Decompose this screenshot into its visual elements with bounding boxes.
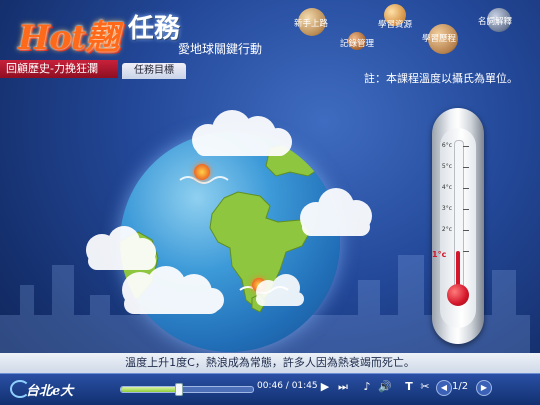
menu-resources[interactable]: 學習資源 [378,18,412,30]
sun-icon [194,164,210,180]
menu-history[interactable]: 學習歷程 [422,32,456,44]
volume-icon[interactable]: 🔊 [378,380,392,394]
cloud-right [300,188,372,236]
thermometer-tick [463,230,469,231]
thermometer-tick-label: 2°c [441,226,452,233]
thermometer-tick-label: 3°c [441,205,452,212]
brand-logo: 台北e大 [26,384,74,399]
thermometer-tick [463,188,469,189]
thermometer-tick [463,167,469,168]
thermometer-tick-label: 5°c [441,163,452,170]
progress-bar[interactable] [120,386,254,393]
thermometer-bulb [447,284,469,306]
menu-beginner[interactable]: 新手上路 [294,17,328,29]
play-icon[interactable]: ▶ [318,380,332,394]
cloud-bottom-right [256,274,304,306]
unit-note: 註：本課程溫度以攝氏為單位。 [364,72,518,85]
stage: Hot翹 任務 愛地球關鍵行動 回顧歷史-力挽狂瀾 任務目標 新手上路 學習資源… [0,0,540,405]
music-icon[interactable]: ♪ [360,380,374,394]
cloud-bottom [122,266,224,314]
text-icon[interactable]: T [402,380,416,394]
menu-glossary[interactable]: 名詞解釋 [478,15,512,27]
progress-fill [121,387,180,392]
logo-task-title: 任務 [128,14,181,44]
ribbon-icon[interactable]: ✂ [418,380,432,394]
prev-page-icon[interactable]: ◀ [436,380,452,396]
cloud-top [192,110,292,156]
progress-knob[interactable] [175,383,184,396]
thermometer-tick [463,251,469,252]
logo-subtitle: 愛地球關鍵行動 [178,42,263,56]
tab-task-goal[interactable]: 任務目標 [122,63,186,79]
thermometer-tick-label: 4°c [441,184,452,191]
thermometer-tick [463,209,469,210]
current-temperature-label: 1°c [432,250,447,259]
section-title: 回顧歷史-力挽狂瀾 [0,60,118,78]
thermometer-tick-label: 6°c [441,142,452,149]
thermometer-tick [463,146,469,147]
logo-hot: Hot翹 [18,18,120,58]
time-display: 00:46 / 01:45 [257,381,318,391]
menu-records[interactable]: 記錄管理 [340,37,374,49]
next-icon[interactable]: ⏭ [336,380,350,394]
page-indicator: 1/2 [452,381,469,392]
next-page-icon[interactable]: ▶ [476,380,492,396]
caption-text: 溫度上升1度C，熱浪成為常態，許多人因為熱衰竭而死亡。 [0,353,540,373]
